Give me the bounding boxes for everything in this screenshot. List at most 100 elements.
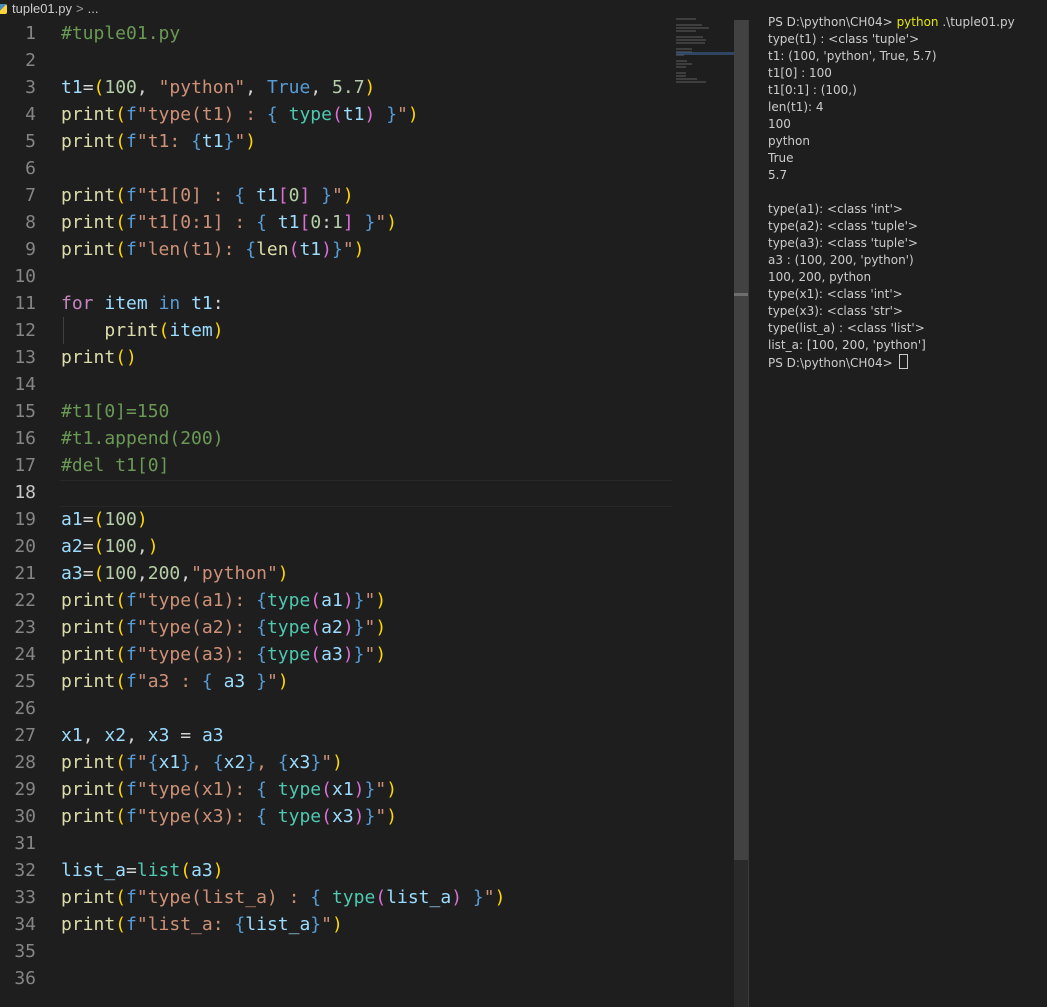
code-token: {: [234, 185, 246, 206]
code-token: 100: [104, 509, 137, 530]
panel-divider[interactable]: [748, 20, 749, 1007]
code-token: x3: [288, 752, 311, 773]
code-line[interactable]: 25 print(f"a3 : { a3 }"): [0, 668, 733, 695]
line-number: 12: [14, 320, 36, 341]
code-line[interactable]: 13 print(): [0, 344, 733, 371]
scrollbar-cursor-marker: [734, 293, 748, 296]
code-token: :: [212, 293, 224, 314]
code-line[interactable]: 1 #tuple01.py: [0, 20, 733, 47]
code-line[interactable]: 19 a1=(100): [0, 506, 733, 533]
code-token: ): [353, 806, 365, 827]
code-line[interactable]: 17 #del t1[0]: [0, 452, 733, 479]
code-token: a3: [201, 725, 224, 746]
code-text: print(): [61, 344, 137, 371]
code-line[interactable]: 4 print(f"type(t1) : { type(t1) }"): [0, 101, 733, 128]
code-token: print: [104, 320, 159, 341]
code-line[interactable]: 36: [0, 965, 733, 992]
line-number: 36: [14, 968, 36, 989]
code-token: (: [115, 779, 127, 800]
scrollbar-thumb[interactable]: [734, 20, 748, 860]
line-number: 25: [14, 671, 36, 692]
breadcrumb-more[interactable]: ...: [88, 1, 99, 16]
code-token: (: [115, 617, 127, 638]
code-text: print(f"type(x3): { type(x3)}"): [61, 803, 397, 830]
code-line[interactable]: 2: [0, 47, 733, 74]
code-line[interactable]: 12 print(item): [0, 317, 733, 344]
code-token: list_a: [386, 887, 452, 908]
terminal-prompt: PS D:\python\CH04>: [768, 15, 897, 29]
code-token: (: [321, 806, 332, 827]
code-line[interactable]: 20 a2=(100,): [0, 533, 733, 560]
code-token: ": [375, 212, 387, 233]
line-number: 4: [25, 104, 36, 125]
code-token: (: [115, 671, 127, 692]
code-token: }: [472, 887, 484, 908]
code-line[interactable]: 15 #t1[0]=150: [0, 398, 733, 425]
code-line[interactable]: 33 print(f"type(list_a) : { type(list_a) …: [0, 884, 733, 911]
code-token: :: [321, 212, 332, 233]
code-token: ": [136, 752, 148, 773]
code-text: print(f"type(t1) : { type(t1) }"): [61, 101, 419, 128]
code-token: 0: [310, 212, 322, 233]
code-line[interactable]: 6: [0, 155, 733, 182]
code-token: (: [115, 590, 127, 611]
code-text: t1=(100, "python", True, 5.7): [61, 74, 375, 101]
code-token: print: [61, 644, 116, 665]
code-line[interactable]: 10: [0, 263, 733, 290]
breadcrumb-file[interactable]: tuple01.py: [12, 1, 72, 16]
code-token: [: [299, 212, 311, 233]
editor-scrollbar[interactable]: [734, 20, 748, 1007]
line-number: 17: [14, 455, 36, 476]
code-token: ,: [310, 77, 333, 98]
code-token: ": [375, 779, 387, 800]
code-line[interactable]: 28 print(f"{x1}, {x2}, {x3}"): [0, 749, 733, 776]
code-token: 0: [288, 185, 300, 206]
code-editor[interactable]: 1 #tuple01.py 2 3 t1=(100, "python", True, 5…: [0, 20, 733, 1007]
code-line[interactable]: 31: [0, 830, 733, 857]
code-token: (): [115, 347, 137, 368]
code-line[interactable]: 32 list_a=list(a3): [0, 857, 733, 884]
code-token: a3: [61, 563, 83, 584]
code-token: }: [321, 185, 333, 206]
code-line[interactable]: 7 print(f"t1[0] : { t1[0] }"): [0, 182, 733, 209]
code-line[interactable]: 26: [0, 695, 733, 722]
code-line[interactable]: 9 print(f"len(t1): {len(t1)}"): [0, 236, 733, 263]
code-line[interactable]: 21 a3=(100,200,"python"): [0, 560, 733, 587]
code-line[interactable]: 29 print(f"type(x1): { type(x1)}"): [0, 776, 733, 803]
line-number: 8: [25, 212, 36, 233]
code-token: f: [126, 131, 137, 152]
code-line[interactable]: 11 for item in t1:: [0, 290, 733, 317]
code-text: print(item): [61, 317, 223, 344]
code-line[interactable]: 24 print(f"type(a3): {type(a3)}"): [0, 641, 733, 668]
code-token: print: [61, 131, 116, 152]
code-token: {: [310, 887, 322, 908]
code-line[interactable]: 3 t1=(100, "python", True, 5.7): [0, 74, 733, 101]
code-token: print: [61, 779, 116, 800]
code-line[interactable]: 22 print(f"type(a1): {type(a1)}"): [0, 587, 733, 614]
minimap-content: [676, 18, 734, 98]
code-token: ): [375, 590, 387, 611]
code-line[interactable]: 35: [0, 938, 733, 965]
code-line[interactable]: 30 print(f"type(x3): { type(x3)}"): [0, 803, 733, 830]
code-line[interactable]: 8 print(f"t1[0:1] : { t1[0:1] }"): [0, 209, 733, 236]
code-line[interactable]: 34 print(f"list_a: {list_a}"): [0, 911, 733, 938]
code-line[interactable]: 5 print(f"t1: {t1}"): [0, 128, 733, 155]
terminal-output-line: t1[0:1] : (100,): [768, 83, 857, 97]
code-token: t1: [256, 185, 278, 206]
terminal-final-prompt-line[interactable]: PS D:\python\CH04>: [768, 354, 1047, 371]
code-line[interactable]: 23 print(f"type(a2): {type(a2)}"): [0, 614, 733, 641]
terminal-panel[interactable]: PS D:\python\CH04> python .\tuple01.py t…: [768, 14, 1047, 994]
code-line[interactable]: 18: [0, 479, 733, 506]
code-line[interactable]: 27 x1, x2, x3 = a3: [0, 722, 733, 749]
code-token: "len(t1):: [136, 239, 246, 260]
code-text: for item in t1:: [61, 290, 224, 317]
terminal-output-line: True: [768, 151, 794, 165]
code-token: "type(a3):: [136, 644, 257, 665]
breadcrumb[interactable]: tuple01.py >...: [0, 0, 748, 20]
code-line[interactable]: 14: [0, 371, 733, 398]
code-line[interactable]: 16 #t1.append(200): [0, 425, 733, 452]
minimap-viewport[interactable]: [676, 52, 734, 55]
code-token: x1: [331, 779, 354, 800]
